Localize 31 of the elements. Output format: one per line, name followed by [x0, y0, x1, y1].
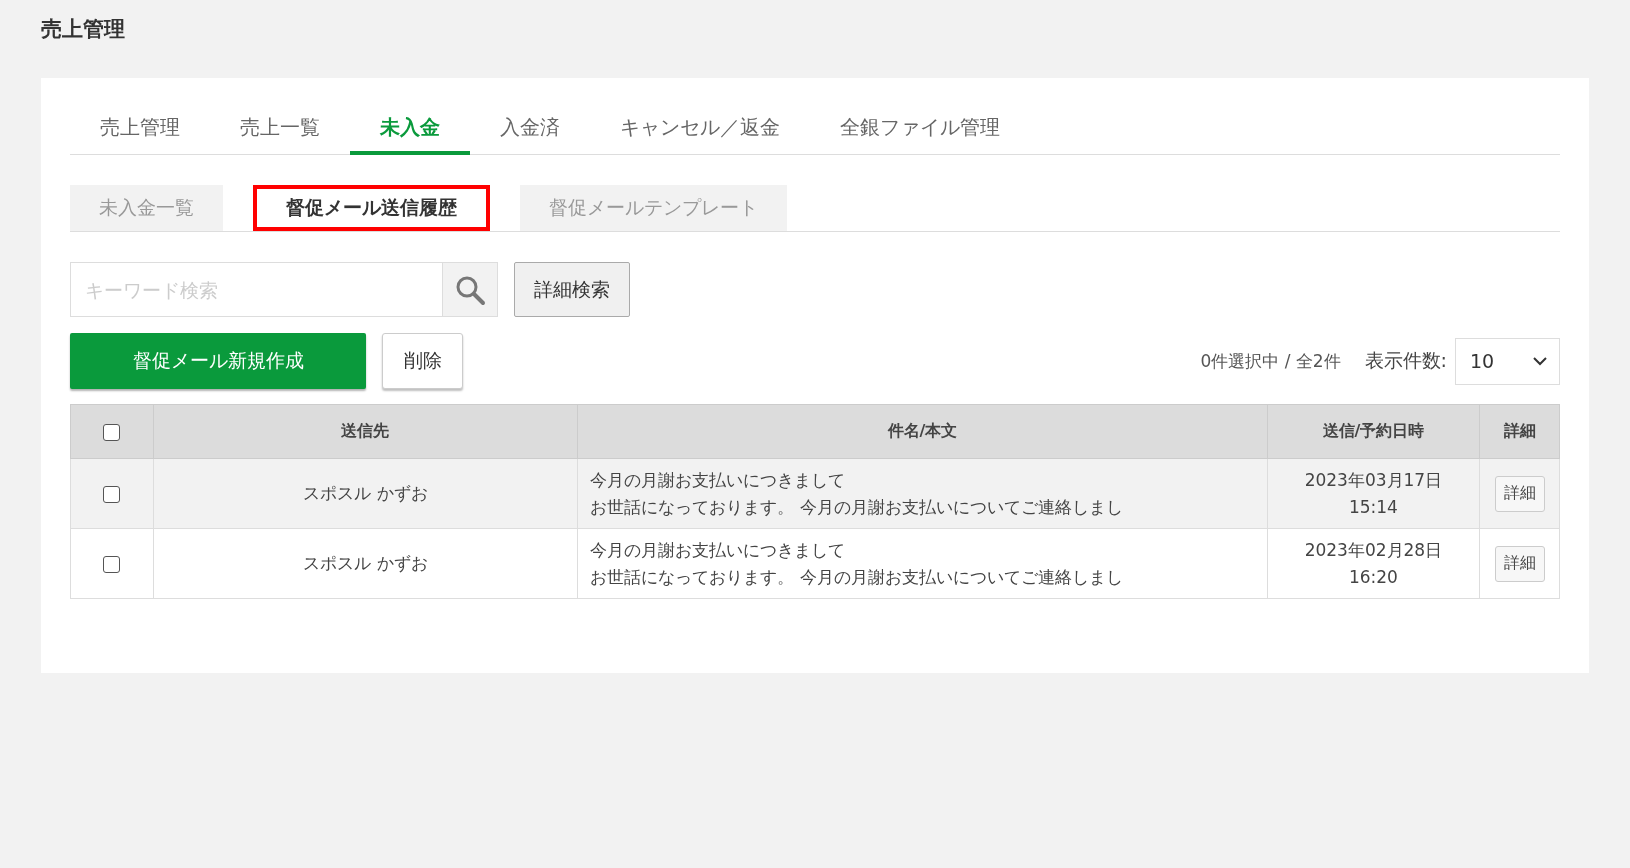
search-button[interactable]: [442, 262, 498, 317]
column-header: 詳細: [1479, 404, 1560, 459]
row-checkbox[interactable]: [103, 556, 121, 573]
column-header: 送信先: [153, 404, 578, 459]
tab[interactable]: 売上管理: [70, 104, 210, 155]
select-all-checkbox[interactable]: [103, 424, 121, 441]
recipient-cell: スポスル かずお: [153, 458, 578, 529]
column-header: 送信/予約日時: [1267, 404, 1480, 459]
message-cell: 今月の月謝お支払いにつきまして お世話になっております。 今月の月謝お支払いについてご連絡しまし: [577, 528, 1268, 599]
datetime-cell: 2023年02月28日 16:20: [1267, 528, 1480, 599]
tab[interactable]: 全銀ファイル管理: [810, 104, 1030, 155]
recipient-cell: スポスル かずお: [153, 528, 578, 599]
tab[interactable]: キャンセル／返金: [590, 104, 810, 155]
detail-button[interactable]: 詳細: [1494, 545, 1545, 582]
page-size-label: 表示件数:: [1364, 348, 1447, 373]
delete-button[interactable]: 削除: [382, 333, 463, 389]
row-checkbox[interactable]: [103, 486, 121, 503]
selection-summary: 0件選択中 / 全2件: [1200, 349, 1341, 373]
advanced-search-button[interactable]: 詳細検索: [514, 262, 630, 317]
chevron-down-icon: [1533, 356, 1547, 366]
tab[interactable]: 未入金: [350, 104, 470, 155]
tab[interactable]: 売上一覧: [210, 104, 350, 155]
create-reminder-button[interactable]: 督促メール新規作成: [70, 333, 366, 389]
tab[interactable]: 入金済: [470, 104, 590, 155]
detail-button[interactable]: 詳細: [1494, 475, 1545, 512]
column-header: 件名/本文: [577, 404, 1268, 459]
page-size-select[interactable]: 10: [1455, 337, 1560, 385]
datetime-cell: 2023年03月17日 15:14: [1267, 458, 1480, 529]
message-cell: 今月の月謝お支払いにつきまして お世話になっております。 今月の月謝お支払いについてご連絡しまし: [577, 458, 1268, 529]
sub-tab[interactable]: 督促メール送信履歴: [253, 185, 490, 231]
page-title: 売上管理: [41, 16, 126, 43]
